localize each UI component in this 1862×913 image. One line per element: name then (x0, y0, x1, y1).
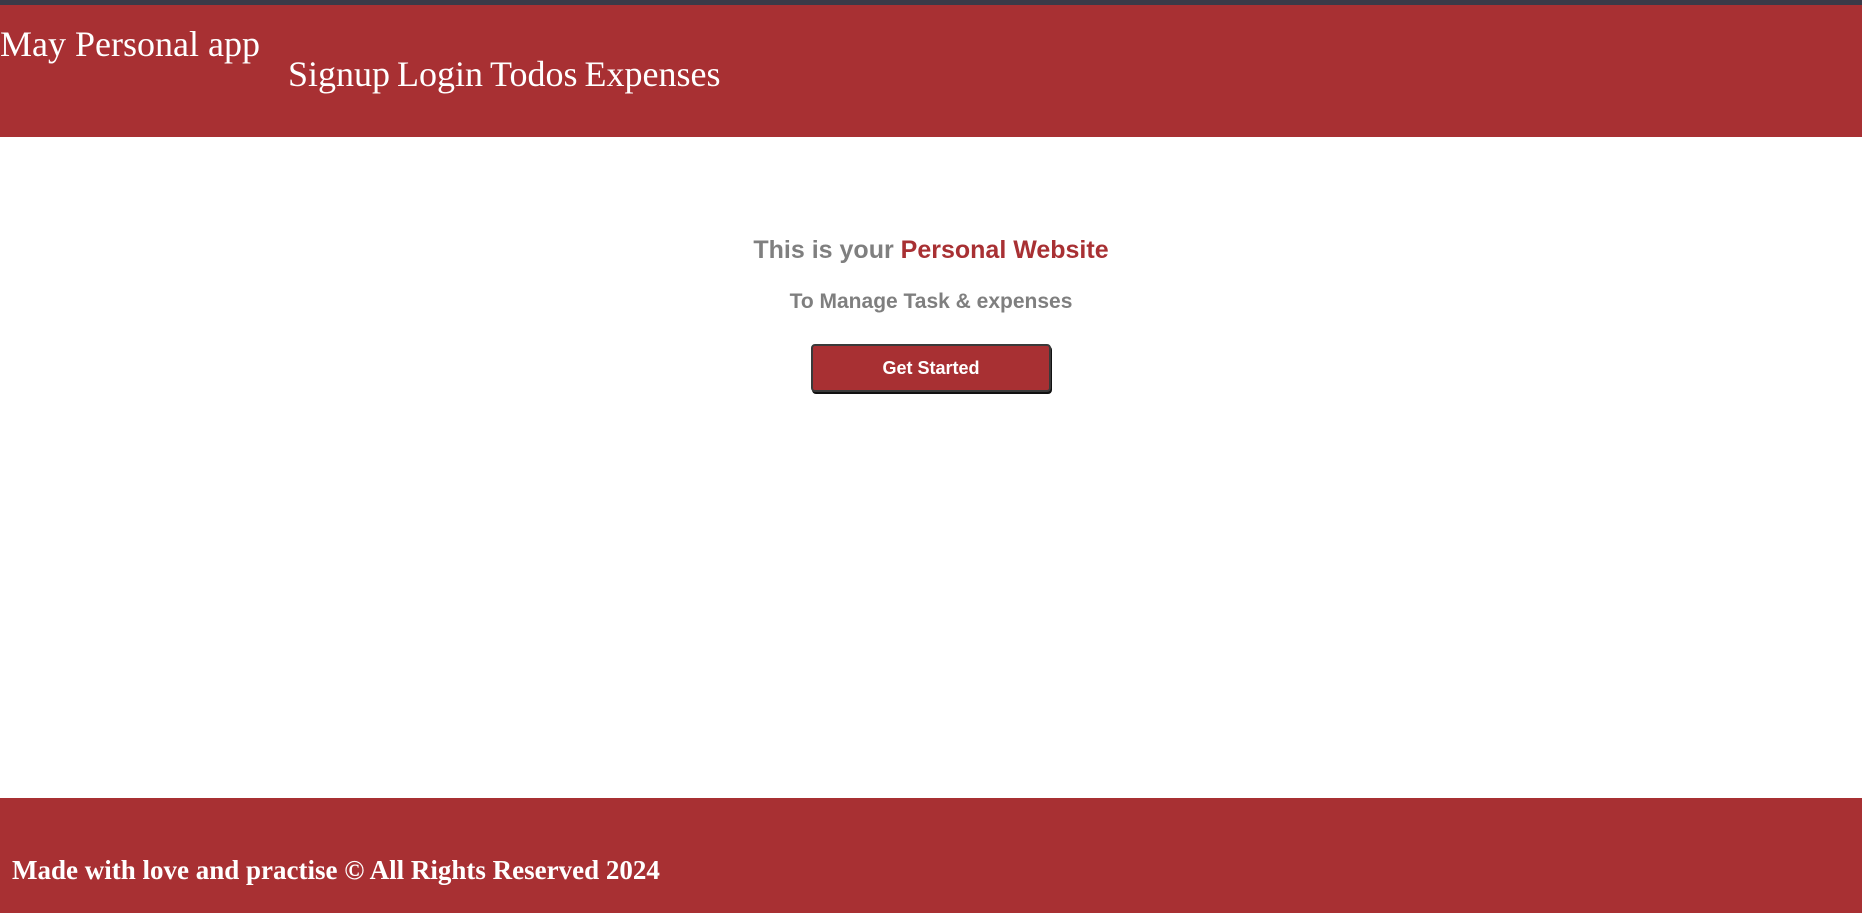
nav-item-expenses: Expenses (585, 53, 721, 95)
nav-item-todos: Todos (490, 53, 578, 95)
nav-link-expenses[interactable]: Expenses (585, 54, 721, 94)
hero-title-prefix: This is your (753, 236, 901, 264)
nav-link-login[interactable]: Login (397, 54, 483, 94)
hero-subtitle: To Manage Task & expenses (789, 290, 1073, 313)
nav-list: Signup Login Todos Expenses (288, 53, 721, 95)
hero-title: This is your Personal Website (0, 230, 1862, 270)
nav-item-login: Login (397, 53, 483, 95)
nav-link-signup[interactable]: Signup (288, 54, 390, 94)
footer-text: Made with love and practise © All Rights… (12, 855, 660, 885)
hero-section: This is your Personal Website To Manage … (0, 230, 1862, 392)
site-header: May Personal app Signup Login Todos Expe… (0, 5, 1862, 137)
site-footer: Made with love and practise © All Rights… (0, 798, 1862, 913)
get-started-button[interactable]: Get Started (811, 344, 1051, 392)
nav-item-signup: Signup (288, 53, 390, 95)
brand-title: May Personal app (0, 24, 260, 64)
hero-title-accent: Personal Website (900, 236, 1109, 264)
nav-link-todos[interactable]: Todos (490, 54, 578, 94)
